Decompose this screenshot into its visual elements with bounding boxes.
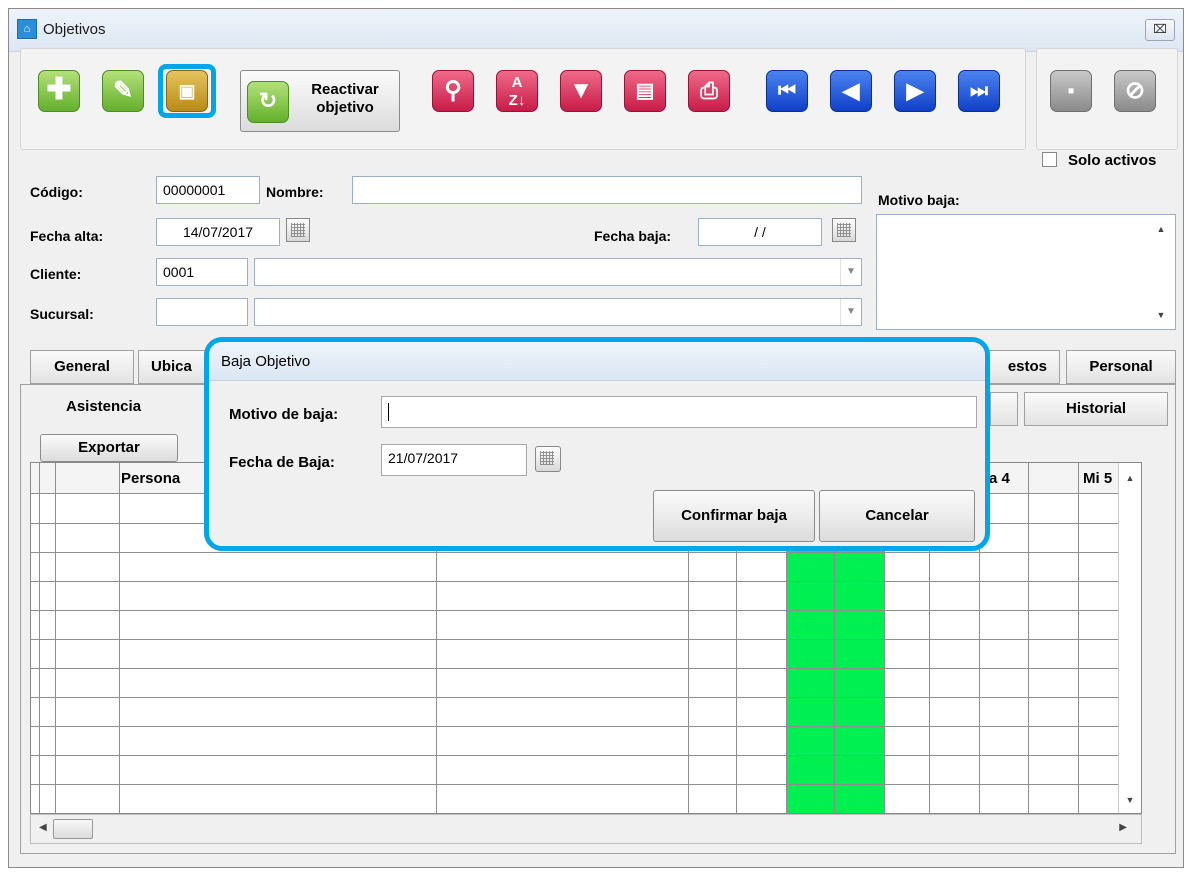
motivo-de-baja-label: Motivo de baja: [229, 406, 339, 423]
close-button[interactable]: ⌧ [1145, 19, 1175, 41]
next-icon: ▶ [906, 78, 924, 103]
subtab-partial[interactable] [990, 392, 1018, 426]
printer-icon: ⎙ [700, 78, 718, 103]
reactivate-label-2: objetivo [316, 99, 374, 116]
refresh-icon: ↻ [247, 81, 289, 123]
col-header-day4[interactable]: a 4 [989, 470, 1010, 487]
subtab-historial[interactable]: Historial [1024, 392, 1168, 426]
delete-button[interactable]: ▣ [166, 70, 208, 112]
save-button[interactable]: ▪ [1050, 70, 1092, 112]
baja-objetivo-dialog: Baja Objetivo Motivo de baja: Fecha de B… [204, 337, 990, 551]
fecha-alta-label: Fecha alta: [30, 228, 104, 244]
add-button[interactable]: ✚ [38, 70, 80, 112]
reactivate-label-1: Reactivar [311, 81, 379, 98]
solo-activos-checkbox[interactable] [1042, 152, 1057, 167]
fecha-de-baja-label: Fecha de Baja: [229, 454, 335, 471]
chevron-down-icon[interactable]: ▼ [840, 259, 861, 285]
confirmar-baja-button[interactable]: Confirmar baja [653, 490, 815, 542]
cancel-edit-button[interactable]: ⊘ [1114, 70, 1156, 112]
filter-button[interactable]: ▼ [560, 70, 602, 112]
motivo-scrollbar[interactable]: ▲ ▼ [1150, 216, 1172, 328]
fecha-baja-field[interactable]: / / [698, 218, 822, 246]
scroll-up-icon[interactable]: ▲ [1150, 224, 1172, 234]
scroll-up-icon[interactable]: ▲ [1119, 473, 1141, 483]
tab-general[interactable]: General [30, 350, 134, 384]
fecha-alta-calendar-icon[interactable] [286, 218, 310, 242]
fecha-alta-field[interactable]: 14/07/2017 [156, 218, 280, 246]
sucursal-label: Sucursal: [30, 306, 94, 322]
text-cursor [388, 403, 389, 421]
tab-personal[interactable]: Personal [1066, 350, 1176, 384]
col-header-day5[interactable]: Mi 5 [1083, 470, 1112, 487]
dialog-title-bar: Baja Objetivo [209, 342, 985, 381]
reactivate-button[interactable]: ↻ Reactivar objetivo [240, 70, 400, 132]
sort-az-icon: A Z↓ [508, 74, 526, 109]
print-button[interactable]: ⎙ [688, 70, 730, 112]
prev-icon: ◀ [842, 78, 860, 103]
fecha-baja-calendar-icon[interactable] [832, 218, 856, 242]
nombre-label: Nombre: [266, 184, 324, 200]
nombre-field[interactable] [352, 176, 862, 204]
sucursal-code-field[interactable] [156, 298, 248, 326]
col-header-personal[interactable]: Persona [121, 470, 180, 487]
pencil-icon: ✎ [112, 77, 134, 104]
first-record-button[interactable]: ⏮ [766, 70, 808, 112]
cliente-label: Cliente: [30, 266, 82, 282]
prev-record-button[interactable]: ◀ [830, 70, 872, 112]
fecha-de-baja-calendar-icon[interactable] [535, 446, 561, 472]
edit-button[interactable]: ✎ [102, 70, 144, 112]
motivo-baja-textarea[interactable] [876, 214, 1176, 330]
subtab-asistencia[interactable]: Asistencia [66, 398, 141, 415]
exportar-button[interactable]: Exportar [40, 434, 178, 462]
scroll-left-icon[interactable]: ◀ [39, 822, 47, 833]
report-button[interactable]: ▤ [624, 70, 666, 112]
grid-hscrollbar[interactable]: ◀ ▶ [30, 814, 1142, 844]
codigo-label: Código: [30, 184, 83, 200]
app-icon: ⌂ [17, 19, 37, 39]
title-bar: ⌂ Objetivos ⌧ [9, 9, 1183, 52]
scroll-right-icon[interactable]: ▶ [1119, 822, 1127, 833]
funnel-icon: ▼ [569, 77, 593, 104]
next-record-button[interactable]: ▶ [894, 70, 936, 112]
motivo-baja-label: Motivo baja: [878, 192, 960, 208]
fecha-baja-label: Fecha baja: [594, 228, 672, 244]
floppy-icon: ▪ [1067, 80, 1075, 102]
grid-vscrollbar[interactable]: ▲ ▼ [1118, 463, 1141, 813]
scroll-down-icon[interactable]: ▼ [1150, 310, 1172, 320]
last-record-button[interactable]: ⏭ [958, 70, 1000, 112]
document-delete-icon: ▣ [178, 81, 196, 101]
window-title: Objetivos [43, 21, 106, 38]
chevron-down-icon[interactable]: ▼ [840, 299, 861, 325]
scroll-thumb[interactable] [53, 819, 93, 839]
sort-button[interactable]: A Z↓ [496, 70, 538, 112]
fecha-de-baja-input[interactable]: 21/07/2017 [381, 444, 527, 476]
tab-puestos[interactable]: estos [980, 350, 1060, 384]
search-button[interactable]: ⚲ [432, 70, 474, 112]
cliente-code-field[interactable]: 0001 [156, 258, 248, 286]
codigo-field[interactable]: 00000001 [156, 176, 260, 204]
solo-activos-label: Solo activos [1068, 152, 1157, 169]
scroll-down-icon[interactable]: ▼ [1119, 795, 1141, 805]
sucursal-select[interactable]: ▼ [254, 298, 862, 326]
cancel-circle-icon: ⊘ [1124, 77, 1146, 104]
plus-icon: ✚ [46, 73, 72, 106]
first-icon: ⏮ [778, 80, 796, 102]
magnifier-icon: ⚲ [444, 77, 462, 104]
motivo-de-baja-input[interactable] [381, 396, 977, 428]
clipboard-icon: ▤ [635, 80, 655, 102]
last-icon: ⏭ [970, 80, 988, 102]
cancelar-button[interactable]: Cancelar [819, 490, 975, 542]
cliente-select[interactable]: ▼ [254, 258, 862, 286]
dialog-title: Baja Objetivo [221, 353, 311, 370]
